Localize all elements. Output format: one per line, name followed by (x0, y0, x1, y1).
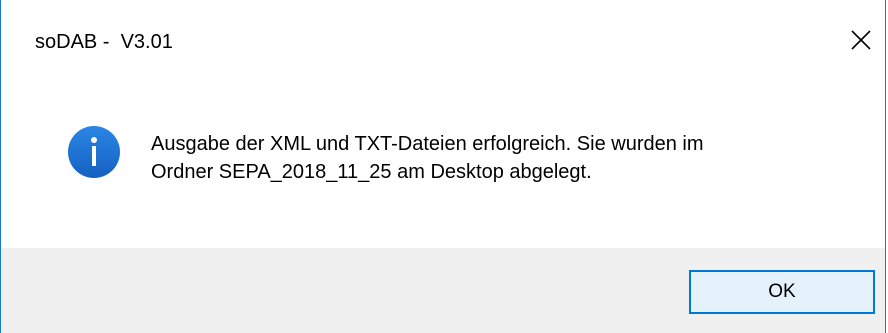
message-line-2: Ordner SEPA_2018_11_25 am Desktop abgele… (151, 161, 592, 183)
message-line-1: Ausgabe der XML und TXT-Dateien erfolgre… (151, 133, 704, 155)
dialog-content: Ausgabe der XML und TXT-Dateien erfolgre… (1, 80, 885, 248)
dialog-message: Ausgabe der XML und TXT-Dateien erfolgre… (151, 130, 851, 186)
close-icon (851, 30, 871, 50)
window-title: soDAB - V3.01 (35, 31, 173, 53)
close-button[interactable] (841, 20, 881, 60)
ok-button[interactable]: OK (689, 270, 875, 314)
message-dialog: soDAB - V3.01 Ausgabe der XML und TXT-Da… (0, 0, 886, 333)
title-bar[interactable]: soDAB - V3.01 (1, 0, 885, 80)
info-icon (68, 126, 120, 178)
dialog-footer: OK (1, 248, 885, 333)
